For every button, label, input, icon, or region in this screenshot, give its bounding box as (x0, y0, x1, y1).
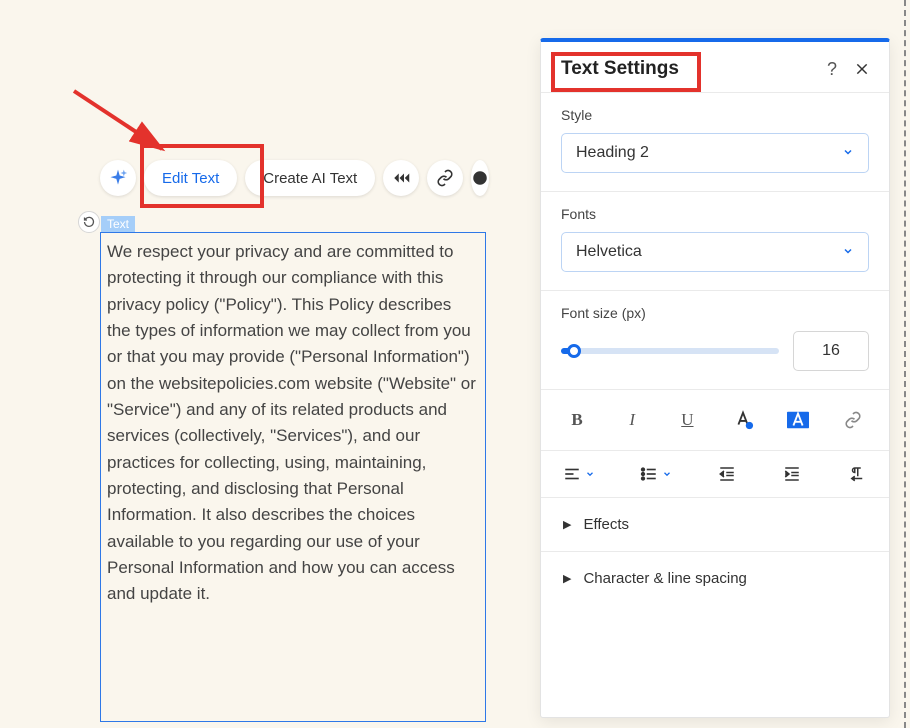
panel-header: Text Settings ? (541, 42, 889, 93)
undo-icon (83, 216, 95, 228)
edit-text-button[interactable]: Edit Text (144, 160, 237, 196)
link-icon (844, 411, 862, 429)
outdent-button[interactable] (717, 465, 737, 483)
bullet-list-button[interactable] (640, 465, 672, 483)
more-button[interactable] (471, 160, 489, 196)
undo-button[interactable] (78, 211, 100, 233)
text-settings-panel: Text Settings ? Style Heading 2 Fonts He… (540, 38, 890, 718)
close-button[interactable] (855, 62, 869, 76)
help-icon: ? (827, 59, 837, 80)
highlight-button[interactable] (784, 406, 812, 434)
chevron-down-icon (662, 469, 672, 479)
create-ai-text-label: Create AI Text (263, 170, 357, 187)
text-direction-icon (847, 465, 867, 483)
fontsize-label: Font size (px) (561, 305, 869, 321)
text-content-box[interactable]: We respect your privacy and are committe… (100, 232, 486, 722)
format-row: B I U (541, 390, 889, 451)
fonts-label: Fonts (561, 206, 869, 222)
text-direction-button[interactable] (847, 465, 867, 483)
effects-accordion[interactable]: ▶ Effects (541, 498, 889, 552)
more-icon (471, 169, 489, 187)
bullet-list-icon (640, 465, 658, 483)
triangle-right-icon: ▶ (563, 518, 571, 531)
close-icon (855, 62, 869, 76)
align-left-icon (563, 465, 581, 483)
canvas-edge (904, 0, 906, 728)
italic-button[interactable]: I (618, 406, 646, 434)
outdent-icon (717, 465, 737, 483)
edit-text-label: Edit Text (162, 170, 219, 187)
textcolor-button[interactable] (729, 406, 757, 434)
chevron-down-icon (842, 245, 854, 260)
link-icon (436, 169, 454, 187)
annotation-arrow (72, 85, 182, 165)
align-left-button[interactable] (563, 465, 595, 483)
triangle-right-icon: ▶ (563, 572, 571, 585)
panel-title: Text Settings (561, 58, 679, 80)
fonts-select[interactable]: Helvetica (561, 232, 869, 272)
fontsize-input[interactable] (793, 331, 869, 371)
textlink-button[interactable] (839, 406, 867, 434)
fonts-section: Fonts Helvetica (541, 192, 889, 291)
indent-icon (782, 465, 802, 483)
fontsize-slider[interactable] (561, 348, 779, 354)
fontsize-section: Font size (px) (541, 291, 889, 390)
highlight-icon (786, 409, 810, 431)
sparkle-button[interactable] (100, 160, 136, 196)
chevron-down-icon (842, 146, 854, 161)
spacing-label: Character & line spacing (583, 570, 746, 587)
style-label: Style (561, 107, 869, 123)
effects-label: Effects (583, 516, 629, 533)
sparkle-icon (108, 168, 128, 188)
chevron-down-icon (585, 469, 595, 479)
animation-icon (392, 169, 410, 187)
textcolor-icon (732, 409, 754, 431)
fonts-value: Helvetica (576, 243, 642, 261)
text-content: We respect your privacy and are committe… (107, 242, 476, 603)
bold-button[interactable]: B (563, 406, 591, 434)
slider-knob[interactable] (567, 344, 581, 358)
create-ai-text-button[interactable]: Create AI Text (245, 160, 375, 196)
help-button[interactable]: ? (827, 59, 837, 80)
underline-button[interactable]: U (673, 406, 701, 434)
text-element-badge: Text (101, 216, 135, 232)
indent-button[interactable] (782, 465, 802, 483)
style-section: Style Heading 2 (541, 93, 889, 192)
style-value: Heading 2 (576, 144, 649, 162)
animation-button[interactable] (383, 160, 419, 196)
link-button[interactable] (427, 160, 463, 196)
align-row (541, 451, 889, 498)
floating-toolbar: Edit Text Create AI Text (100, 160, 489, 196)
style-select[interactable]: Heading 2 (561, 133, 869, 173)
spacing-accordion[interactable]: ▶ Character & line spacing (541, 552, 889, 605)
